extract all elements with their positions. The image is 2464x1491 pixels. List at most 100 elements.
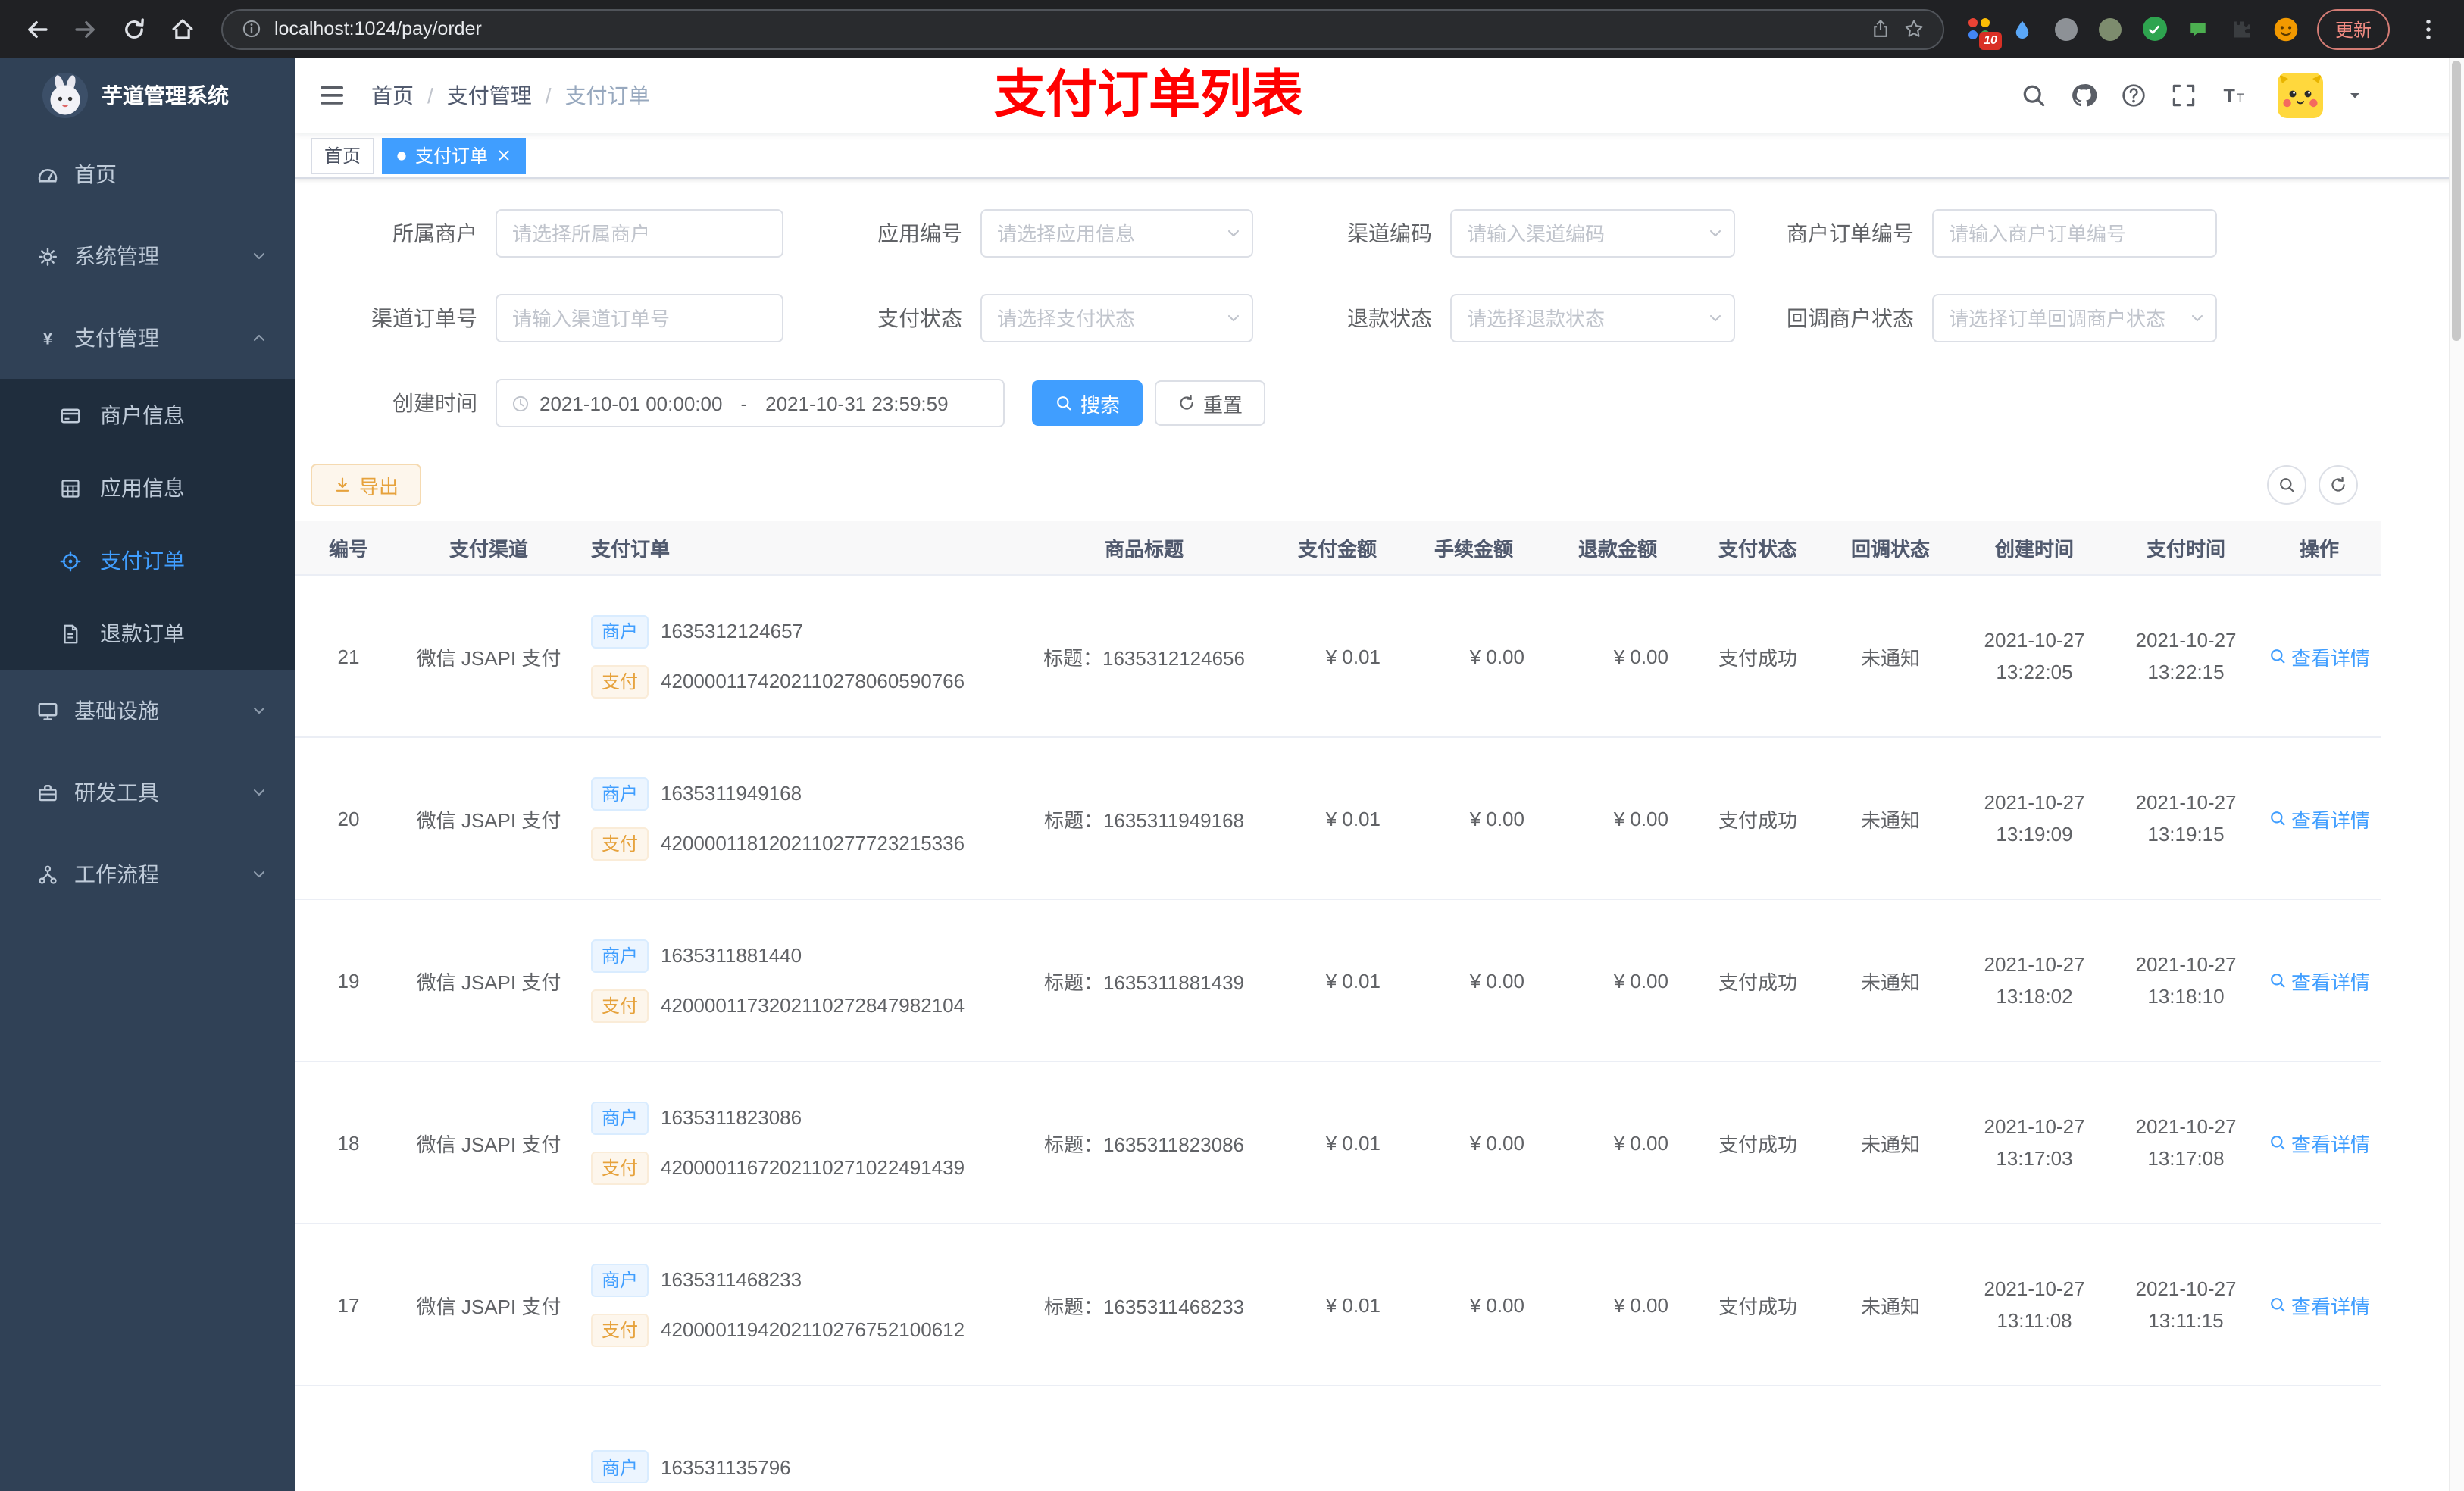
sidebar-item-system-management[interactable]: 系统管理 — [0, 215, 295, 297]
view-detail-link[interactable]: 查看详情 — [2269, 642, 2370, 670]
address-bar[interactable]: localhost:1024/pay/order — [221, 8, 1944, 49]
cell-create-time — [1955, 1386, 2114, 1491]
profile-avatar-icon[interactable] — [2273, 15, 2300, 42]
extension-icon-green-check[interactable] — [2141, 15, 2169, 42]
filter-label: 渠道订单号 — [371, 306, 477, 330]
share-icon[interactable] — [1870, 18, 1891, 39]
pay-status-select[interactable] — [980, 294, 1253, 342]
cell-create-time: 2021-10-27 13:19:09 — [1984, 791, 2085, 846]
sidebar-item-merchant-info[interactable]: 商户信息 — [0, 379, 295, 452]
cell-channel: 微信 JSAPI 支付 — [416, 646, 561, 669]
breadcrumb-payment[interactable]: 支付管理 — [447, 80, 532, 111]
gear-icon — [36, 245, 59, 267]
fullscreen-icon[interactable] — [2170, 82, 2197, 109]
channel-code-select[interactable] — [1450, 209, 1735, 258]
browser-back-button[interactable] — [15, 8, 58, 50]
site-info-icon[interactable] — [241, 18, 262, 39]
sidebar-item-dev-tools[interactable]: 研发工具 — [0, 752, 295, 833]
merchant-order-line: 商户 163531135796 — [591, 1450, 791, 1483]
cell-fee: ¥ 0.00 — [1469, 969, 1524, 992]
extension-icon-drop[interactable] — [2009, 15, 2037, 42]
cell-pay-status: 支付成功 — [1718, 646, 1797, 669]
extension-icon-olive[interactable] — [2097, 15, 2125, 42]
browser-chrome: localhost:1024/pay/order 10 更新 — [0, 0, 2464, 58]
sidebar-item-refund-order[interactable]: 退款订单 — [0, 597, 295, 670]
cell-amount: ¥ 0.01 — [1325, 807, 1381, 830]
close-icon[interactable] — [496, 147, 512, 164]
refund-status-select[interactable] — [1450, 294, 1735, 342]
breadcrumb-home[interactable]: 首页 — [371, 80, 414, 111]
table-row: 20 微信 JSAPI 支付 商户 1635311949168 支付 42000… — [295, 738, 2381, 900]
cell-action: 查看详情 — [2258, 738, 2381, 899]
export-button[interactable]: 导出 — [311, 464, 422, 506]
extension-icon-gray[interactable] — [2053, 15, 2081, 42]
help-icon[interactable] — [2120, 82, 2147, 109]
cell-channel: 微信 JSAPI 支付 — [416, 1295, 561, 1318]
avatar-caret-down-icon[interactable] — [2346, 86, 2364, 105]
sidebar-item-app-info[interactable]: 应用信息 — [0, 452, 295, 524]
col-header-title: 商品标题 — [1104, 538, 1184, 561]
user-avatar[interactable] — [2278, 73, 2323, 118]
pay-order-table: 编号 支付渠道 支付订单 商品标题 支付金额 手续金额 退款金额 支付状态 回调… — [295, 521, 2381, 1491]
sidebar-item-payment-management[interactable]: 支付管理 — [0, 297, 295, 379]
filter-label: 退款状态 — [1347, 306, 1432, 330]
tab-home[interactable]: 首页 — [311, 137, 375, 173]
search-button[interactable]: 搜索 — [1032, 380, 1143, 426]
extensions-puzzle-icon[interactable] — [2229, 15, 2256, 42]
merchant-order-line: 商户 1635311881440 — [591, 939, 802, 972]
search-icon[interactable] — [2020, 82, 2047, 109]
toggle-search-button[interactable] — [2267, 465, 2306, 505]
extension-icon-chat[interactable] — [2185, 15, 2212, 42]
cell-pay-time: 2021-10-27 13:18:10 — [2135, 953, 2237, 1008]
table-body: 21 微信 JSAPI 支付 商户 1635312124657 支付 42000… — [295, 576, 2381, 1491]
hamburger-icon[interactable] — [317, 80, 347, 111]
refresh-table-button[interactable] — [2319, 465, 2358, 505]
app-no-select[interactable] — [980, 209, 1253, 258]
sidebar-item-home[interactable]: 首页 — [0, 133, 295, 215]
filter-field-create-time: 创建时间 2021-10-01 00:00:00 - 2021-10-31 23… — [311, 379, 1005, 427]
window-scrollbar[interactable] — [2449, 58, 2464, 1491]
app-logo[interactable]: 芋道管理系统 — [0, 58, 295, 133]
sidebar-item-label: 基础设施 — [74, 699, 159, 723]
view-detail-link[interactable]: 查看详情 — [2269, 1128, 2370, 1157]
filter-label: 创建时间 — [392, 391, 477, 415]
create-time-range-picker[interactable]: 2021-10-01 00:00:00 - 2021-10-31 23:59:5… — [496, 379, 1005, 427]
bookmark-star-icon[interactable] — [1903, 18, 1925, 39]
sidebar-item-workflow[interactable]: 工作流程 — [0, 833, 295, 915]
url-text[interactable]: localhost:1024/pay/order — [274, 18, 1858, 39]
aim-icon — [59, 549, 82, 572]
app-frame: 芋道管理系统 首页 系统管理 支付管理 商户信息 应用信息 支付订单 退款订单 … — [0, 58, 2464, 1491]
sidebar-item-label: 系统管理 — [74, 244, 159, 268]
tab-label: 首页 — [324, 145, 361, 167]
browser-menu-icon[interactable] — [2406, 8, 2449, 50]
cell-refund: ¥ 0.00 — [1613, 645, 1668, 667]
font-size-icon[interactable] — [2220, 82, 2247, 109]
extension-icon-multicolor[interactable]: 10 — [1965, 15, 2002, 50]
notify-status-select[interactable] — [1932, 294, 2217, 342]
tab-pay-order[interactable]: 支付订单 — [382, 137, 527, 173]
merchant-tag: 商户 — [591, 1450, 649, 1483]
reset-button[interactable]: 重置 — [1155, 380, 1266, 426]
merchant-order-line: 商户 1635311823086 — [591, 1101, 802, 1134]
magnifier-icon — [2269, 647, 2287, 665]
github-icon[interactable] — [2070, 82, 2097, 109]
merchant-order-no-input[interactable] — [1932, 209, 2217, 258]
browser-home-button[interactable] — [161, 8, 203, 50]
channel-order-no-input[interactable] — [496, 294, 783, 342]
browser-forward-button[interactable] — [64, 8, 106, 50]
sidebar-item-infrastructure[interactable]: 基础设施 — [0, 670, 295, 752]
view-detail-link[interactable]: 查看详情 — [2269, 1290, 2370, 1319]
merchant-filter-input[interactable] — [496, 209, 783, 258]
cell-fee: ¥ 0.00 — [1469, 807, 1524, 830]
browser-reload-button[interactable] — [112, 8, 155, 50]
sidebar-item-pay-order[interactable]: 支付订单 — [0, 524, 295, 597]
view-detail-link[interactable]: 查看详情 — [2269, 966, 2370, 995]
pay-tag: 支付 — [591, 664, 649, 698]
browser-update-button[interactable]: 更新 — [2316, 8, 2390, 49]
table-row: 21 微信 JSAPI 支付 商户 1635312124657 支付 42000… — [295, 576, 2381, 738]
scrollbar-thumb[interactable] — [2452, 61, 2461, 341]
cell-pay-status: 支付成功 — [1718, 971, 1797, 993]
view-detail-link[interactable]: 查看详情 — [2269, 804, 2370, 833]
main-area: 首页 / 支付管理 / 支付订单 支付订单列表 首页 支付订单 所属商户 请选择… — [295, 58, 2464, 1491]
sidebar-item-label: 研发工具 — [74, 780, 159, 805]
